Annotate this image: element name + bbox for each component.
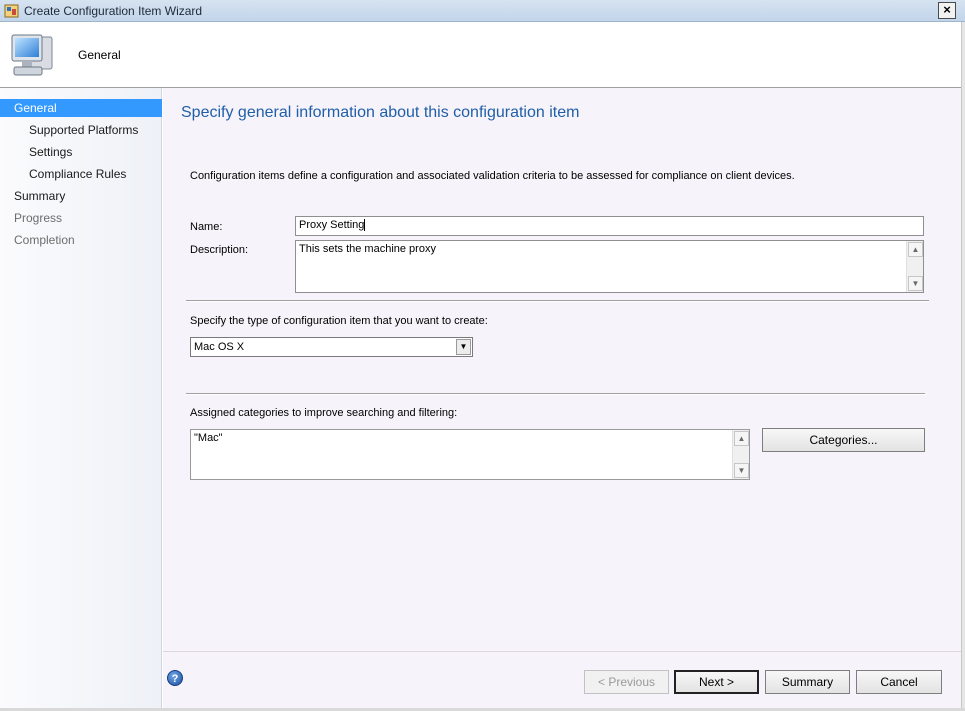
scroll-up-arrow-icon[interactable]: ▲ xyxy=(908,242,923,257)
page-heading: Specify general information about this c… xyxy=(181,104,580,121)
categories-value: "Mac" xyxy=(194,432,223,444)
description-label: Description: xyxy=(190,244,249,256)
name-label: Name: xyxy=(190,221,223,233)
close-button[interactable]: × xyxy=(938,2,956,19)
sidebar-item-progress: Progress xyxy=(14,211,63,225)
divider xyxy=(186,393,925,395)
wizard-app-icon xyxy=(4,4,19,18)
description-textarea[interactable]: This sets the machine proxy ▲ ▼ xyxy=(295,240,924,293)
scroll-down-arrow-icon[interactable]: ▼ xyxy=(908,276,923,291)
sidebar-item-completion: Completion xyxy=(14,233,75,247)
computer-icon xyxy=(11,34,53,76)
categories-scrollbar[interactable]: ▲ ▼ xyxy=(732,430,749,479)
footer-divider xyxy=(163,651,961,652)
wizard-header: General xyxy=(0,22,961,88)
window-right-border xyxy=(961,22,965,711)
configuration-type-value: Mac OS X xyxy=(194,341,245,353)
type-label: Specify the type of configuration item t… xyxy=(190,315,488,327)
sidebar-item-settings[interactable]: Settings xyxy=(0,143,162,161)
sidebar-item-summary[interactable]: Summary xyxy=(0,187,162,205)
divider xyxy=(186,300,929,302)
name-input[interactable]: Proxy Setting xyxy=(295,216,924,236)
name-input-value: Proxy Setting xyxy=(299,219,365,231)
summary-button[interactable]: Summary xyxy=(765,670,850,694)
wizard-step-sidebar: General Supported Platforms Settings Com… xyxy=(0,88,162,708)
title-bar: Create Configuration Item Wizard × xyxy=(0,0,965,22)
wizard-page: Specify general information about this c… xyxy=(163,88,961,708)
previous-button: < Previous xyxy=(584,670,669,694)
description-value: This sets the machine proxy xyxy=(299,243,436,255)
cancel-button[interactable]: Cancel xyxy=(856,670,942,694)
description-scrollbar[interactable]: ▲ ▼ xyxy=(906,241,923,292)
scroll-down-arrow-icon[interactable]: ▼ xyxy=(734,463,749,478)
help-icon[interactable]: ? xyxy=(167,670,183,686)
scroll-up-arrow-icon[interactable]: ▲ xyxy=(734,431,749,446)
intro-text: Configuration items define a configurati… xyxy=(190,170,795,182)
sidebar-item-compliance-rules[interactable]: Compliance Rules xyxy=(0,165,162,183)
chevron-down-icon[interactable]: ▼ xyxy=(456,339,471,355)
window-title: Create Configuration Item Wizard xyxy=(24,4,203,18)
configuration-type-select[interactable]: Mac OS X ▼ xyxy=(190,337,473,357)
next-button[interactable]: Next > xyxy=(674,670,759,694)
text-caret xyxy=(364,219,366,232)
categories-button[interactable]: Categories... xyxy=(762,428,925,452)
categories-label: Assigned categories to improve searching… xyxy=(190,407,458,419)
sidebar-item-supported-platforms[interactable]: Supported Platforms xyxy=(0,121,162,139)
categories-list[interactable]: "Mac" ▲ ▼ xyxy=(190,429,750,480)
sidebar-item-general[interactable]: General xyxy=(0,99,162,117)
header-title: General xyxy=(78,48,121,62)
